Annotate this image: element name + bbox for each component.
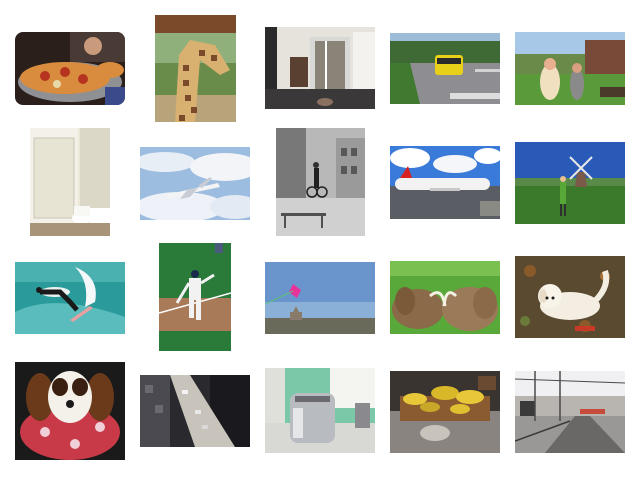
pizza-photo[interactable] <box>15 32 125 105</box>
windmill-field-photo[interactable] <box>515 142 625 224</box>
spaniel-photo[interactable] <box>15 362 125 460</box>
giraffe-photo[interactable] <box>155 15 236 122</box>
cyclist-street-photo[interactable] <box>276 128 365 236</box>
image-gallery <box>0 0 640 480</box>
living-room-photo[interactable] <box>265 27 375 109</box>
kite-sky-photo[interactable] <box>265 262 375 334</box>
railway-photo[interactable] <box>515 371 625 453</box>
surfer-photo[interactable] <box>15 262 125 334</box>
elephants-photo[interactable] <box>390 261 500 334</box>
bathroom-photo[interactable] <box>30 128 110 236</box>
airplane-sky-photo[interactable] <box>140 147 250 220</box>
bananas-photo[interactable] <box>390 371 500 453</box>
baseball-player-photo[interactable] <box>159 243 231 351</box>
white-dog-photo[interactable] <box>515 256 625 338</box>
bus-street-photo[interactable] <box>390 33 500 104</box>
toaster-photo[interactable] <box>265 368 375 453</box>
airliner-runway-photo[interactable] <box>390 146 500 219</box>
city-street-aerial-photo[interactable] <box>140 375 250 447</box>
women-park-photo[interactable] <box>515 32 625 105</box>
